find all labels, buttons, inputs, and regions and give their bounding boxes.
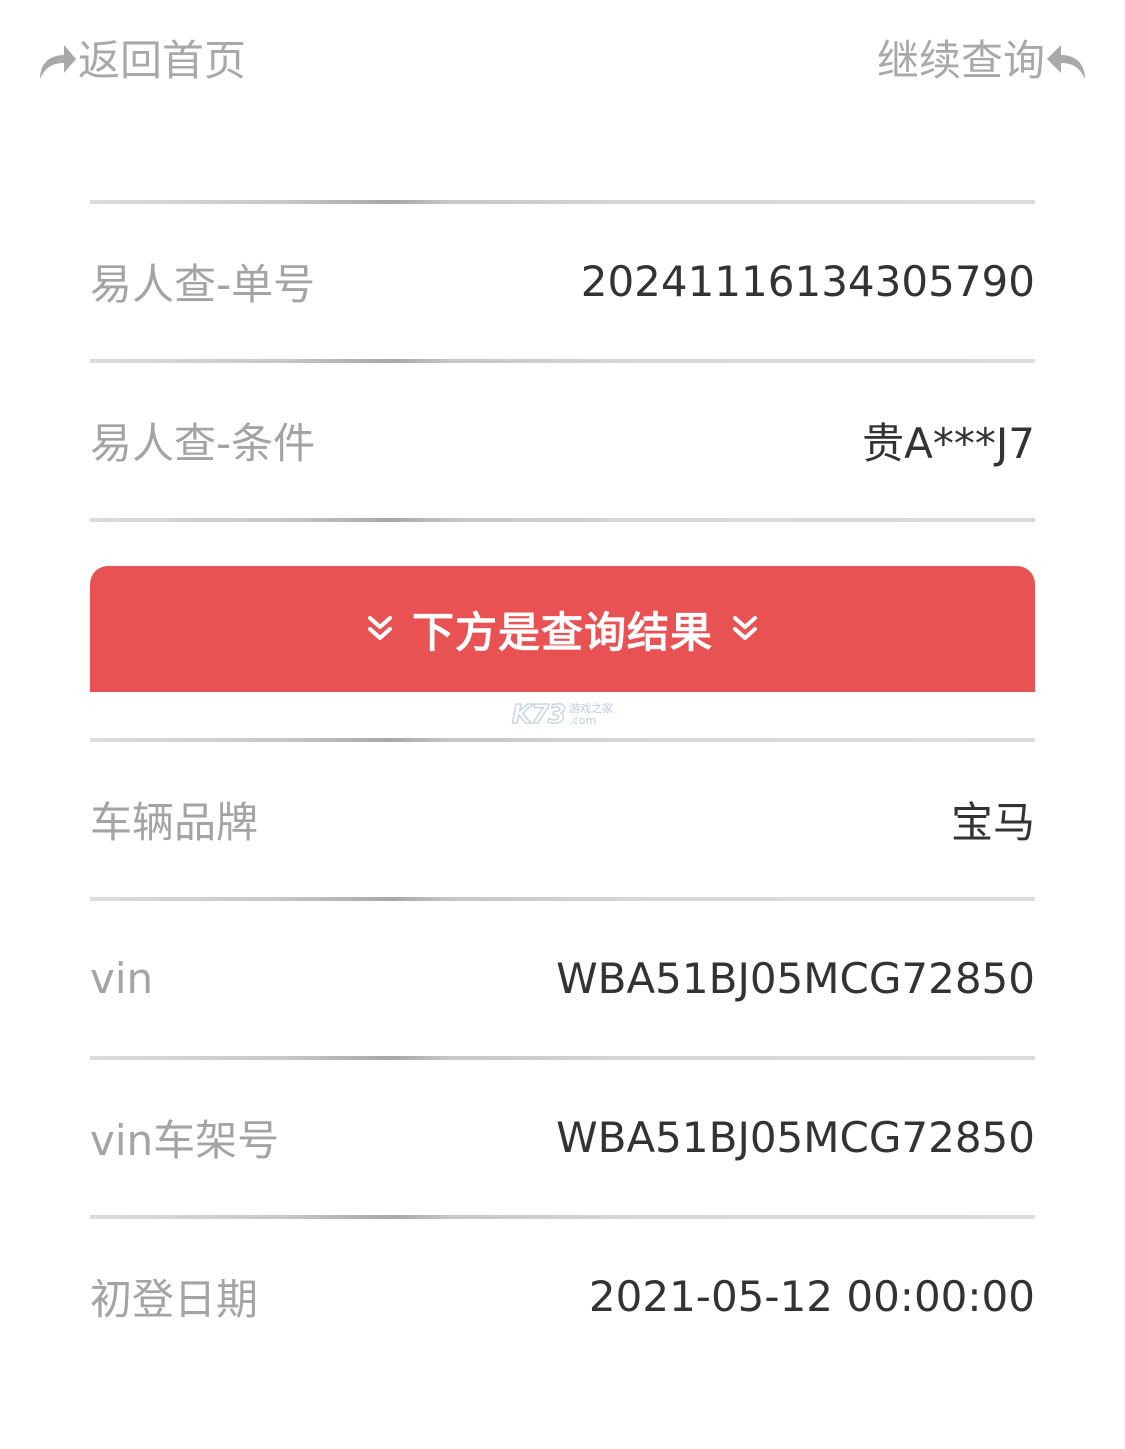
condition-value: 贵A***J7 [862,419,1035,468]
condition-label: 易人查-条件 [90,419,316,468]
watermark-text: 游戏之家 .com [569,703,613,727]
watermark: K73 游戏之家 .com [90,692,1035,738]
result-banner: 下方是查询结果 [90,566,1035,692]
result-content: 易人查-单号 20241116134305790 易人查-条件 贵A***J7 … [90,200,1035,1374]
banner-title: 下方是查询结果 [411,607,713,657]
condition-row: 易人查-条件 贵A***J7 [90,363,1035,518]
result-row: 初登日期 2021-05-12 00:00:00 [90,1219,1035,1374]
reply-arrow-icon [1045,41,1089,81]
order-number-label: 易人查-单号 [90,260,316,309]
top-bar: 返回首页 继续查询 [0,0,1125,120]
watermark-logo: K73 [511,699,567,731]
forward-arrow-icon [36,41,78,81]
continue-query-link[interactable]: 继续查询 [877,34,1089,88]
result-row: vin WBA51BJ05MCG72850 [90,901,1035,1056]
frame-number-value: WBA51BJ05MCG72850 [556,1113,1035,1162]
watermark-line2: .com [569,714,597,727]
result-row: vin车架号 WBA51BJ05MCG72850 [90,1060,1035,1215]
registration-date-value: 2021-05-12 00:00:00 [588,1272,1035,1321]
double-chevron-down-icon [731,614,759,644]
divider [90,518,1035,522]
order-number-value: 20241116134305790 [580,257,1035,306]
order-number-row: 易人查-单号 20241116134305790 [90,204,1035,359]
vin-value: WBA51BJ05MCG72850 [556,954,1035,1003]
continue-query-label: 继续查询 [876,36,1045,85]
frame-number-label: vin车架号 [90,1116,280,1165]
double-chevron-down-icon [366,614,394,644]
vin-label: vin [90,954,154,1003]
result-row: 车辆品牌 宝马 [90,742,1035,897]
back-home-link[interactable]: 返回首页 [36,34,246,88]
brand-value: 宝马 [950,798,1035,847]
back-home-label: 返回首页 [78,36,247,85]
registration-date-label: 初登日期 [90,1275,259,1324]
brand-label: 车辆品牌 [90,798,259,847]
